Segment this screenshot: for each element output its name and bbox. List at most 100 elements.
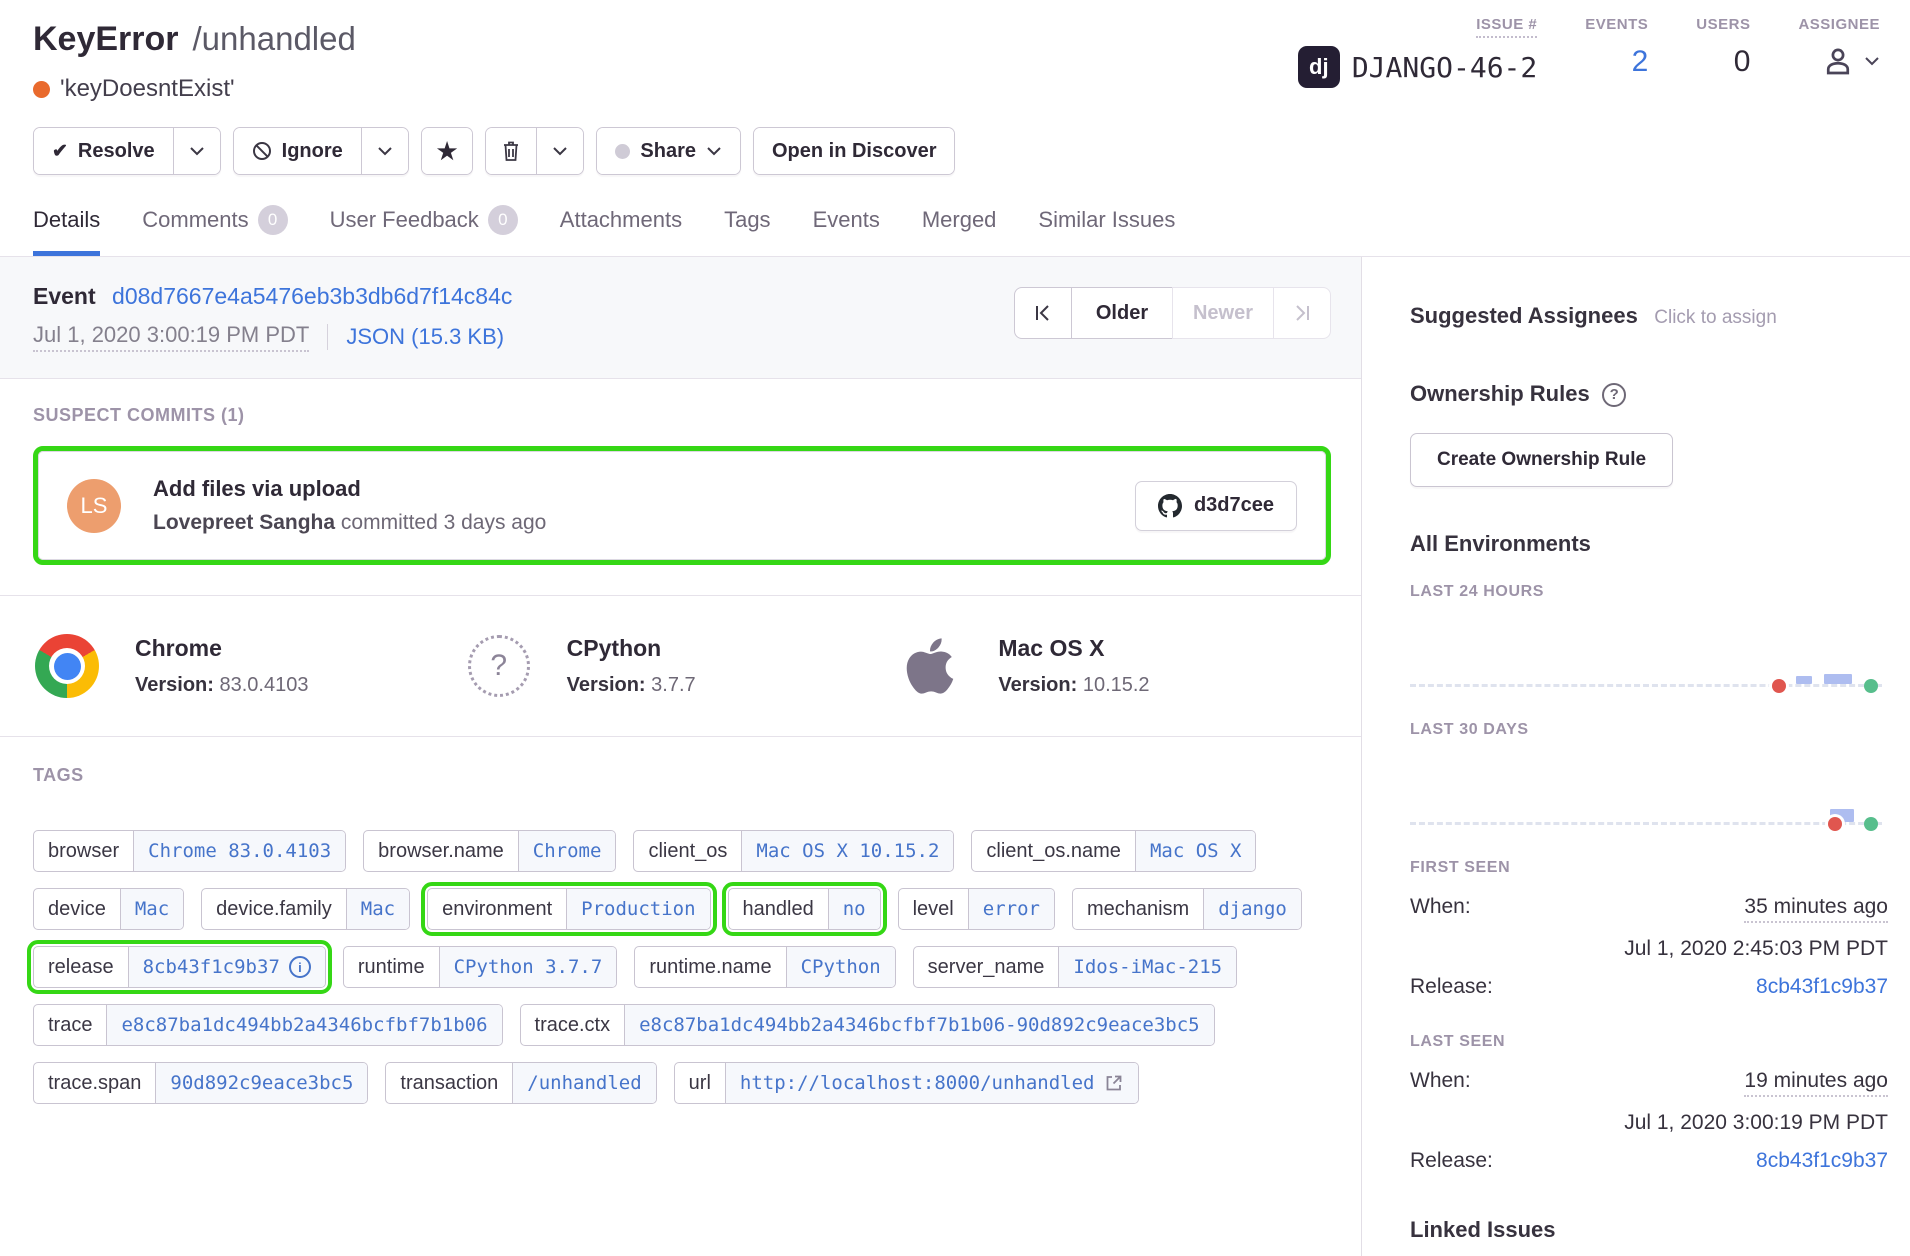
open-in-discover-button[interactable]: Open in Discover [754,128,955,174]
tag-value-link[interactable]: Mac OS X 10.15.2 [741,831,953,871]
tab-user-feedback[interactable]: User Feedback 0 [330,205,518,256]
tag-key: client_os [634,831,741,871]
event-json-link[interactable]: JSON (15.3 KB) [327,324,504,350]
share-label: Share [640,140,696,163]
tag-value-link[interactable]: e8c87ba1dc494bb2a4346bcfbf7b1b06 [106,1005,501,1045]
tag-value-link[interactable]: http://localhost:8000/unhandled [725,1063,1138,1103]
tab-label: Events [813,207,880,233]
tag-value-link[interactable]: 90d892c9eace3bc5 [155,1063,367,1103]
users-count[interactable]: 0 [1734,45,1751,79]
resolve-button[interactable]: ✔ Resolve [34,128,173,174]
discover-button-group: Open in Discover [753,127,956,175]
resolve-dropdown-button[interactable] [173,128,220,174]
tag-pill-environment: environment Production [427,888,710,930]
tag-value-link[interactable]: CPython [786,947,895,987]
context-version-value: 3.7.7 [651,674,695,696]
tag-key: browser.name [364,831,518,871]
tag-value-link[interactable]: error [968,889,1054,929]
delete-dropdown-button[interactable] [536,128,583,174]
tab-tags[interactable]: Tags [724,205,770,256]
commit-sha-button[interactable]: d3d7cee [1135,481,1297,531]
tag-pill-trace.span: trace.span 90d892c9eace3bc5 [33,1062,368,1104]
tag-key: release [34,947,128,987]
share-button[interactable]: Share [597,128,740,174]
stat-users: USERS 0 [1696,16,1750,88]
context-name: Mac OS X [998,635,1149,662]
share-status-icon [615,144,630,159]
context-name: CPython [567,635,696,662]
tag-key: device [34,889,120,929]
tag-value-link[interactable]: Mac [346,889,409,929]
tag-value-link[interactable]: Chrome [518,831,616,871]
info-icon[interactable]: i [289,956,311,978]
last-seen-release-link[interactable]: 8cb43f1c9b37 [1756,1149,1888,1173]
tag-pill-server_name: server_name Idos-iMac-215 [913,946,1237,988]
tab-comments[interactable]: Comments 0 [142,205,287,256]
tag-value: http://localhost:8000/unhandled [740,1072,1095,1094]
latest-event-marker-icon[interactable] [1864,679,1878,693]
tag-value-link[interactable]: Idos-iMac-215 [1058,947,1236,987]
release-marker-icon[interactable] [1772,679,1786,693]
tab-attachments[interactable]: Attachments [560,205,682,256]
skip-to-latest-button[interactable] [1273,287,1331,339]
chevron-down-icon [189,146,205,156]
tag-value: e8c87ba1dc494bb2a4346bcfbf7b1b06-90d892c… [639,1014,1200,1036]
suggested-assignees[interactable]: Suggested Assignees Click to assign [1410,303,1888,329]
tag-pill-device: device Mac [33,888,184,930]
oldest-event-button[interactable] [1014,287,1072,339]
event-bar [1824,674,1852,684]
older-event-button[interactable]: Older [1071,287,1173,339]
tag-value: Mac [361,898,395,920]
tag-value-link[interactable]: e8c87ba1dc494bb2a4346bcfbf7b1b06-90d892c… [624,1005,1214,1045]
event-id-link[interactable]: d08d7667e4a5476eb3b3db6d7f14c84c [112,283,512,309]
release-marker-icon[interactable] [1828,817,1842,831]
bookmark-star-button[interactable]: ★ [422,128,473,174]
commit-sha: d3d7cee [1194,494,1274,517]
tag-value-link[interactable]: /unhandled [512,1063,655,1103]
suspect-commits-section: SUSPECT COMMITS (1) LS Add files via upl… [0,379,1361,596]
tag-pill-handled: handled no [728,888,881,930]
stat-assignee: ASSIGNEE [1798,16,1880,88]
tag-pill-transaction: transaction /unhandled [385,1062,656,1104]
tag-value-link[interactable]: Chrome 83.0.4103 [133,831,345,871]
assignee-dropdown[interactable] [1820,43,1880,79]
events-count[interactable]: 2 [1632,45,1649,79]
tag-value-link[interactable]: Mac OS X [1135,831,1256,871]
tag-pill-runtime: runtime CPython 3.7.7 [343,946,617,988]
tag-pill-mechanism: mechanism django [1072,888,1302,930]
ignore-dropdown-button[interactable] [361,128,408,174]
tabs: Details Comments 0 User Feedback 0 Attac… [33,205,1880,256]
tags-heading: TAGS [33,765,1328,786]
page-body: Event d08d7667e4a5476eb3b3db6d7f14c84c J… [0,257,1910,1256]
all-environments-title: All Environments [1410,531,1888,557]
event-bar [1796,676,1812,684]
tab-similar-issues[interactable]: Similar Issues [1038,205,1175,256]
tag-value-link[interactable]: Production [566,889,709,929]
skip-to-first-icon [1034,304,1052,322]
check-icon: ✔ [52,140,68,163]
tab-details[interactable]: Details [33,205,100,256]
tag-value-link[interactable]: CPython 3.7.7 [439,947,617,987]
newer-event-button[interactable]: Newer [1172,287,1274,339]
tag-value-link[interactable]: django [1203,889,1301,929]
commit-title: Add files via upload [153,476,1135,502]
commit-info: Add files via upload Lovepreet Sangha co… [153,476,1135,535]
tag-key: runtime.name [635,947,785,987]
tab-count-badge: 0 [258,205,288,235]
first-seen-when-label: When: [1410,895,1471,919]
issue-id-wrap[interactable]: dj DJANGO-46-2 [1298,46,1537,88]
tab-events[interactable]: Events [813,205,880,256]
first-seen-release-link[interactable]: 8cb43f1c9b37 [1756,975,1888,999]
latest-event-marker-icon[interactable] [1864,817,1878,831]
help-question-icon[interactable]: ? [1602,383,1626,407]
tag-value-link[interactable]: 8cb43f1c9b37 i [128,947,325,987]
external-link-icon[interactable] [1104,1073,1124,1093]
tab-merged[interactable]: Merged [922,205,997,256]
tag-key: client_os.name [972,831,1135,871]
tag-value-link[interactable]: Mac [120,889,183,929]
ignore-button[interactable]: Ignore [234,128,361,174]
create-ownership-rule-button[interactable]: Create Ownership Rule [1410,433,1673,487]
users-label: USERS [1696,16,1750,33]
tag-value-link[interactable]: no [828,889,880,929]
delete-button[interactable] [486,128,536,174]
